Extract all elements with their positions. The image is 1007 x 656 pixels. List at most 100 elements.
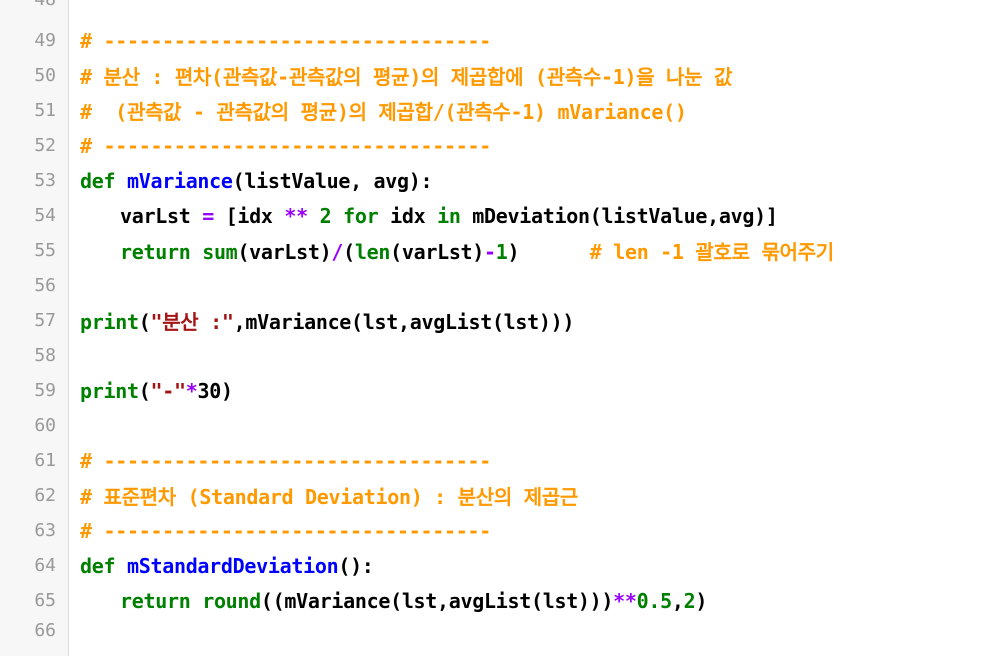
code-line[interactable]: 55 return sum(varLst)/(len(varLst)-1) # … [0,233,1007,268]
number-literal: 2 [683,588,696,613]
code-comment: # len -1 괄호로 묶어주기 [589,240,834,264]
operator: ** [284,203,308,228]
function-name: mVariance [126,168,233,193]
number-literal: 0.5 [636,588,673,613]
code-line[interactable]: 62 # 표준편차 (Standard Deviation) : 분산의 제곱근 [0,478,1007,513]
code-text: varLst = [idx ** 2 for idx in mDeviation… [80,204,778,228]
code-text: return sum(varLst)/(len(varLst)-1) # len… [80,236,834,265]
code-line[interactable]: 58 [0,338,1007,373]
line-number: 53 [34,170,56,191]
code-plain: (): [338,553,374,578]
code-line[interactable]: 57 print("분산 :",mVariance(lst,avgList(ls… [0,303,1007,338]
code-comment: # (관측값 - 관측값의 평균)의 제곱합/(관측수-1) mVariance… [80,100,687,124]
code-plain: ( [343,240,355,264]
builtin-sum: sum [202,240,238,264]
code-line[interactable]: 48 [0,0,1007,17]
function-name: mStandardDeviation [126,553,339,578]
code-comment: # --------------------------------- [80,518,491,543]
number-literal: 30 [197,378,221,403]
builtin-round: round [202,588,261,613]
code-plain: (listValue, avg): [232,168,433,193]
code-plain: , [671,588,684,613]
keyword-return: return [120,240,191,264]
code-line[interactable]: 50 # 분산 : 편차(관측값-관측값의 평균)의 제곱합에 (관측수-1)을… [0,58,1007,93]
builtin-len: len [354,240,391,264]
code-comment: # 표준편차 (Standard Deviation) : 분산의 제곱근 [80,485,579,509]
code-line[interactable]: 56 [0,268,1007,303]
code-plain: varLst [120,203,203,228]
line-number: 58 [34,345,56,366]
line-number: 65 [34,590,56,611]
line-number: 49 [34,30,56,51]
keyword-return: return [120,588,191,613]
code-text: return round((mVariance(lst,avgList(lst)… [80,589,707,613]
keyword-for: for [343,203,379,228]
code-line[interactable]: 66 [0,613,1007,648]
string-literal: "분산 :" [150,310,234,334]
builtin-print: print [80,378,139,403]
code-plain: (varLst) [237,240,332,264]
operator: = [202,203,214,228]
code-text: print("분산 :",mVariance(lst,avgList(lst))… [80,306,574,335]
code-plain: ( [138,378,151,403]
line-number: 60 [34,415,56,436]
code-line[interactable]: 52 # --------------------------------- [0,128,1007,163]
builtin-print: print [80,310,139,334]
code-line[interactable]: 53 def mVariance(listValue, avg): [0,163,1007,198]
code-plain: (varLst) [390,240,485,264]
code-line[interactable]: 64 def mStandardDeviation(): [0,548,1007,583]
operator: / [331,240,344,264]
number-literal: 2 [319,203,332,228]
line-number: 63 [34,520,56,541]
line-number: 57 [34,310,56,331]
number-literal: 1 [495,240,508,264]
operator: - [484,240,496,264]
code-text: def mVariance(listValue, avg): [80,168,433,193]
code-plain: ) [695,588,708,613]
operator: * [185,378,198,403]
operator: ** [613,588,637,613]
code-plain: [idx [213,203,285,228]
line-number: 61 [34,450,56,471]
keyword-def: def [80,553,116,578]
code-comment: # 분산 : 편차(관측값-관측값의 평균)의 제곱합에 (관측수-1)을 나눈… [80,65,733,89]
code-line[interactable]: 60 [0,408,1007,443]
code-editor[interactable]: 48 49 # --------------------------------… [0,0,1007,656]
code-plain: mDeviation(listValue,avg)] [460,203,778,228]
code-line[interactable]: 63 # --------------------------------- [0,513,1007,548]
line-number: 52 [34,135,56,156]
code-comment: # --------------------------------- [80,133,491,158]
code-text: def mStandardDeviation(): [80,554,374,578]
string-literal: "-" [150,378,186,403]
code-line[interactable]: 61 # --------------------------------- [0,443,1007,478]
code-plain: ) [507,240,590,264]
code-line[interactable]: 59 print("-"*30) [0,373,1007,408]
code-comment: # --------------------------------- [80,448,491,473]
code-text: print("-"*30) [80,379,233,403]
line-number: 48 [0,0,56,10]
code-line[interactable]: 51 # (관측값 - 관측값의 평균)의 제곱합/(관측수-1) mVaria… [0,93,1007,128]
keyword-def: def [80,168,116,193]
code-plain: ( [138,310,151,334]
line-number: 50 [34,65,56,86]
code-plain: idx [378,203,438,228]
keyword-in: in [437,203,461,228]
code-line[interactable]: 54 varLst = [idx ** 2 for idx in mDeviat… [0,198,1007,233]
code-line[interactable]: 49 # --------------------------------- [0,23,1007,58]
line-number: 64 [34,555,56,576]
line-number: 56 [34,275,56,296]
line-number: 59 [34,380,56,401]
line-number: 55 [34,240,56,261]
line-number: 51 [34,100,56,121]
code-plain: ) [220,378,233,403]
code-comment: # --------------------------------- [80,28,491,53]
line-number: 62 [34,485,56,506]
line-number: 54 [34,205,56,226]
line-number: 66 [34,620,56,641]
code-plain: ((mVariance(lst,avgList(lst))) [260,588,614,613]
code-plain: ,mVariance(lst,avgList(lst))) [233,310,575,334]
